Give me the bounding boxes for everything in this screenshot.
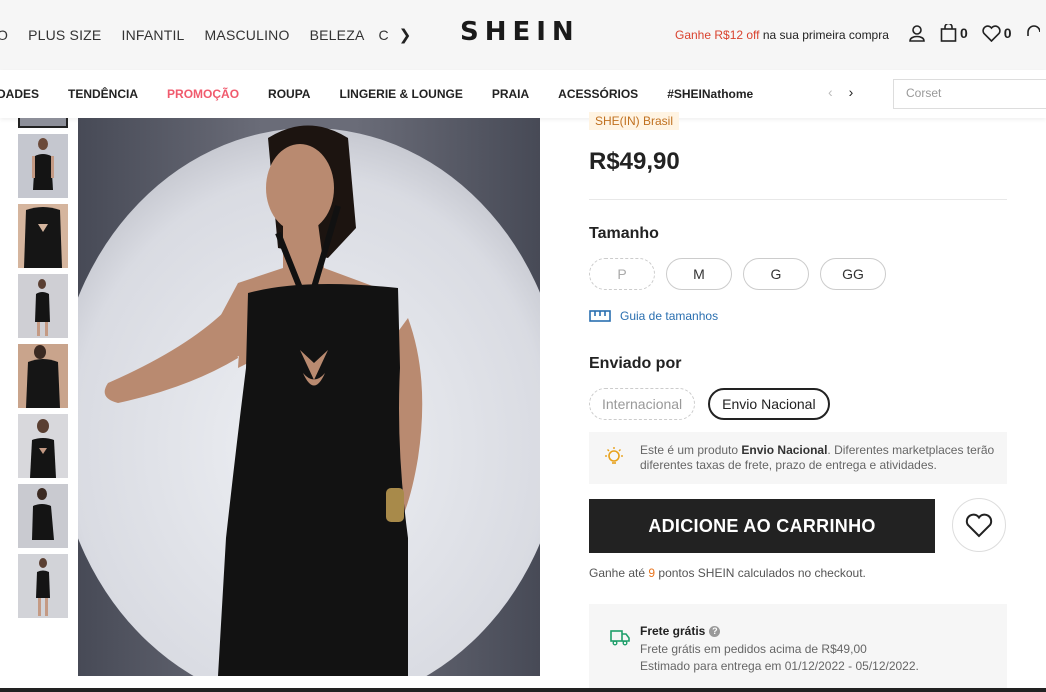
thumbnail[interactable] [18, 554, 68, 618]
chevron-right-icon[interactable]: › [849, 84, 854, 100]
category-nav: O PLUS SIZE INFANTIL MASCULINO BELEZA C … [0, 0, 432, 70]
category-item-masculino[interactable]: MASCULINO [205, 27, 290, 43]
nav-item-roupa[interactable]: ROUPA [268, 87, 310, 101]
truck-icon [610, 630, 630, 646]
nav-item-tendencia[interactable]: TENDÊNCIA [68, 87, 138, 101]
ruler-icon [589, 310, 611, 322]
secondary-nav: DADES TENDÊNCIA PROMOÇÃO ROUPA LINGERIE … [0, 70, 1046, 118]
help-icon[interactable]: ? [709, 625, 721, 637]
free-shipping-title: Frete grátis [640, 624, 706, 638]
chevron-right-icon[interactable]: ❯ [399, 26, 412, 44]
header-icons: 0 0 [908, 24, 1046, 42]
size-label: Tamanho [589, 225, 659, 242]
add-to-wishlist-button[interactable] [952, 498, 1006, 552]
nav-item-novidades[interactable]: DADES [0, 87, 39, 101]
category-item[interactable]: O [0, 27, 8, 43]
top-header: O PLUS SIZE INFANTIL MASCULINO BELEZA C … [0, 0, 1046, 70]
size-option-gg[interactable]: GG [820, 258, 886, 290]
thumbnail[interactable] [18, 484, 68, 548]
main-product-image[interactable] [78, 118, 540, 676]
first-purchase-promo[interactable]: Ganhe R$12 off na sua primeira compra [675, 28, 889, 42]
lightbulb-icon [605, 447, 623, 464]
size-option-m[interactable]: M [666, 258, 732, 290]
shein-logo[interactable]: SHEIN [460, 17, 580, 47]
shipping-notice: Este é um produto Envio Nacional. Difere… [589, 432, 1007, 484]
category-item-partial[interactable]: C [378, 27, 388, 43]
category-item-beleza[interactable]: BELEZA [310, 27, 365, 43]
size-option-g[interactable]: G [743, 258, 809, 290]
store-badge[interactable]: SHE(IN) Brasil [589, 112, 680, 130]
shipping-option-internacional[interactable]: Internacional [589, 388, 696, 420]
user-icon[interactable] [908, 24, 926, 42]
category-item-plus-size[interactable]: PLUS SIZE [28, 27, 101, 43]
thumbnail[interactable] [18, 414, 68, 478]
chevron-left-icon[interactable]: ‹ [828, 84, 833, 100]
free-shipping-title-row: Frete grátis ? [640, 624, 721, 638]
size-options: P M G GG [589, 258, 897, 290]
nav-item-acessorios[interactable]: ACESSÓRIOS [558, 87, 638, 101]
size-guide-link[interactable]: Guia de tamanhos [589, 309, 718, 323]
nav-arrows: ‹ › [828, 84, 853, 100]
promo-text: na sua primeira compra [759, 28, 889, 42]
cart-count: 0 [960, 25, 968, 41]
shipping-option-nacional[interactable]: Envio Nacional [708, 388, 830, 420]
shopping-bag-icon [940, 24, 957, 42]
secondary-nav-links: DADES TENDÊNCIA PROMOÇÃO ROUPA LINGERIE … [0, 70, 782, 118]
notice-bold: Envio Nacional [741, 443, 828, 457]
wishlist-button[interactable]: 0 [982, 24, 1012, 42]
thumbnail-selected[interactable] [18, 118, 68, 128]
thumbnail[interactable] [18, 274, 68, 338]
shipping-notice-text: Este é um produto Envio Nacional. Difere… [640, 443, 1000, 473]
thumbnail[interactable] [18, 204, 68, 268]
thumbnail[interactable] [18, 344, 68, 408]
headset-icon[interactable] [1026, 24, 1040, 42]
cart-button[interactable]: 0 [940, 24, 968, 42]
add-to-cart-button[interactable]: ADICIONE AO CARRINHO [589, 499, 935, 553]
search-input[interactable]: Corset [893, 79, 1046, 109]
shipping-options: Internacional Envio Nacional [589, 388, 843, 420]
heart-icon [965, 513, 993, 537]
size-guide-label: Guia de tamanhos [620, 309, 719, 323]
nav-item-lingerie[interactable]: LINGERIE & LOUNGE [339, 87, 462, 101]
thumbnail-list [18, 118, 68, 624]
bottom-border [0, 688, 1046, 692]
promo-highlight: Ganhe R$12 off [675, 28, 760, 42]
free-shipping-threshold: Frete grátis em pedidos acima de R$49,00 [640, 642, 867, 656]
shipped-by-label: Enviado por [589, 355, 682, 372]
thumbnail[interactable] [18, 134, 68, 198]
category-item-infantil[interactable]: INFANTIL [121, 27, 184, 43]
nav-item-promocao[interactable]: PROMOÇÃO [167, 87, 239, 101]
delivery-estimate: Estimado para entrega em 01/12/2022 - 05… [640, 659, 919, 673]
nav-item-praia[interactable]: PRAIA [492, 87, 529, 101]
wishlist-count: 0 [1003, 25, 1012, 41]
notice-pre: Este é um produto [640, 443, 742, 457]
points-post: pontos SHEIN calculados no checkout. [655, 566, 866, 580]
reward-points-info: Ganhe até 9 pontos SHEIN calculados no c… [589, 566, 866, 580]
product-price: R$49,90 [589, 148, 680, 175]
size-option-p[interactable]: P [589, 258, 655, 290]
nav-item-sheinathome[interactable]: #SHEINathome [667, 87, 753, 101]
points-pre: Ganhe até [589, 566, 649, 580]
heart-icon [982, 24, 1001, 42]
divider [589, 199, 1007, 200]
free-shipping-box: Frete grátis ? Frete grátis em pedidos a… [589, 604, 1007, 692]
